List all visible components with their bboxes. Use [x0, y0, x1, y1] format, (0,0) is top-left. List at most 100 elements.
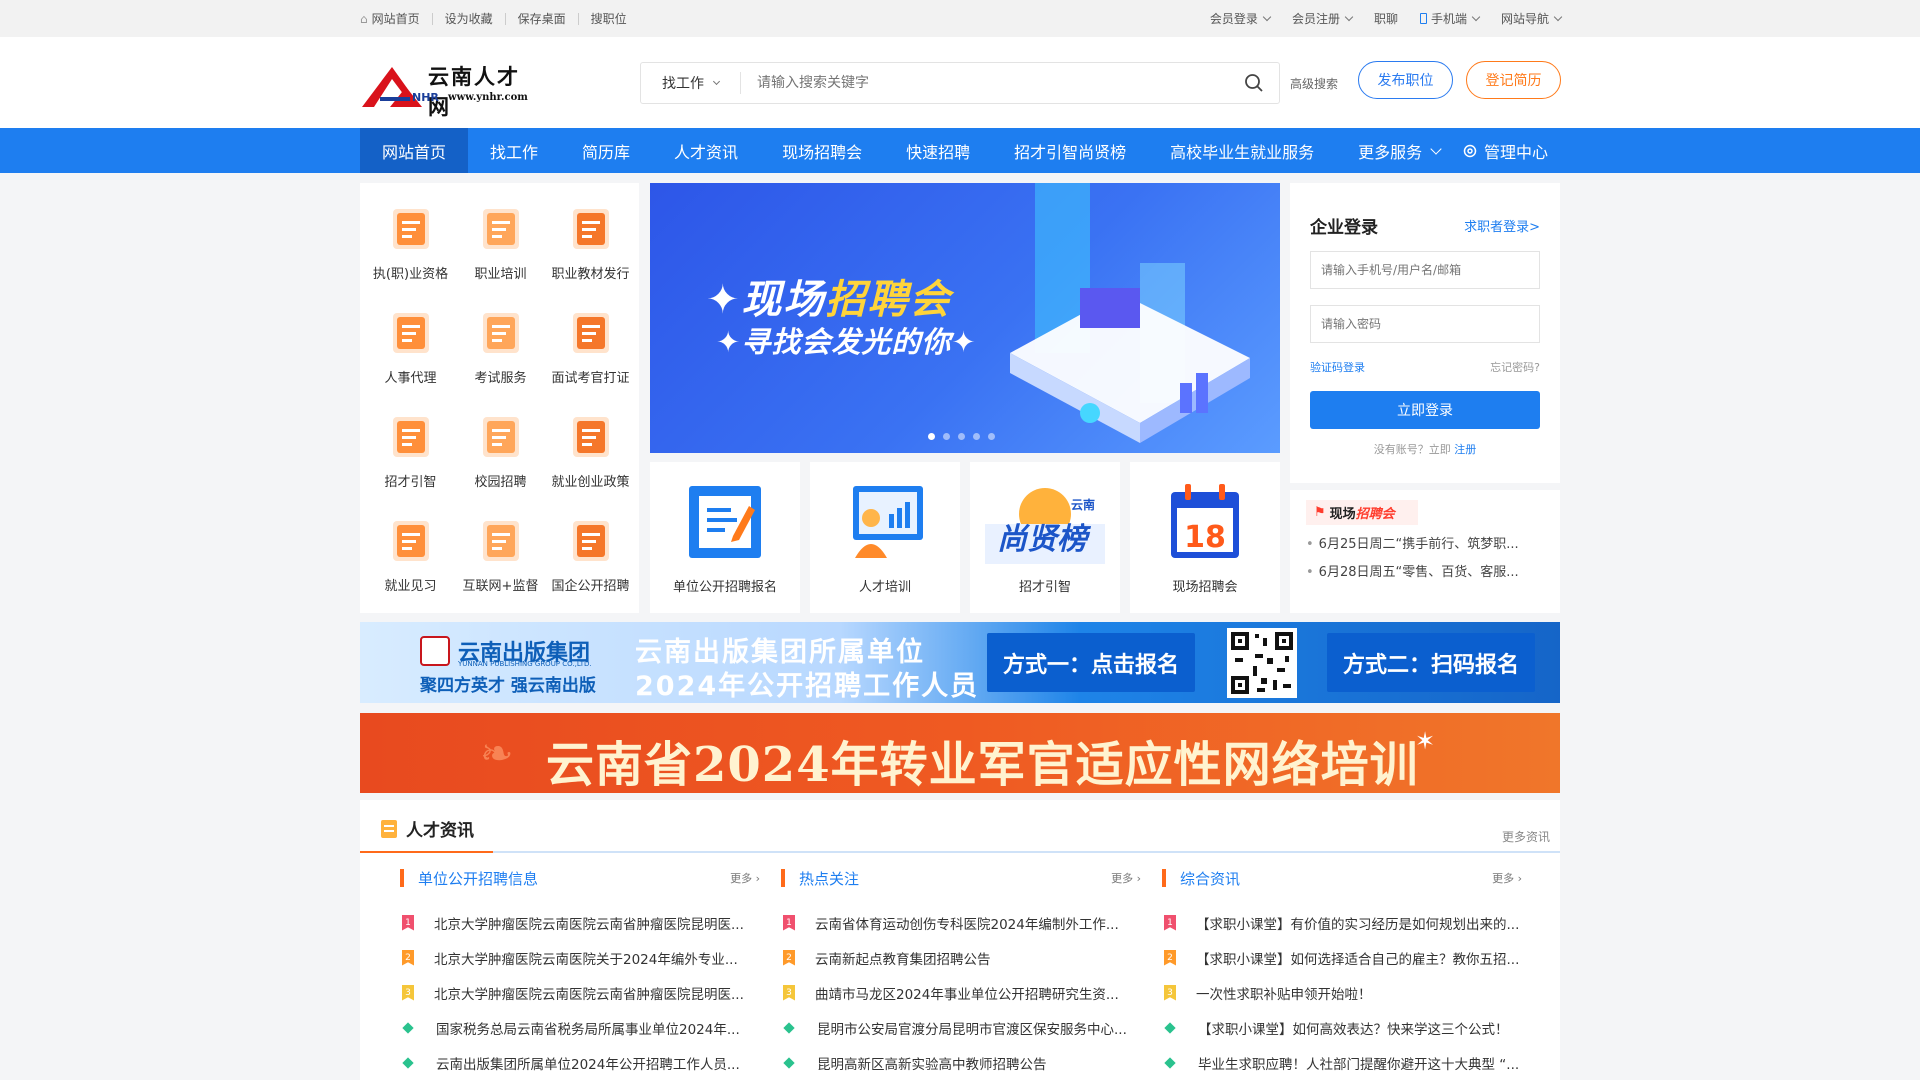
carousel-dot[interactable]: [958, 433, 965, 440]
nav-item-talent-news[interactable]: 人才资讯: [652, 128, 760, 173]
column-more-link[interactable]: 更多 ›: [1111, 870, 1141, 886]
veteran-training-ad[interactable]: ❧ 云南省2024年转业军官适应性网络培训 ✶: [360, 713, 1560, 793]
scan-signup-button[interactable]: 方式二：扫码报名: [1327, 633, 1535, 692]
tile-job-fair[interactable]: 18 现场招聘会: [1130, 462, 1280, 613]
service-item[interactable]: 就业创业政策: [544, 391, 637, 495]
login-button[interactable]: 立即登录: [1310, 391, 1540, 429]
tile-unit-signup[interactable]: 单位公开招聘报名: [650, 462, 800, 613]
jobseeker-login-link[interactable]: 求职者登录>: [1464, 216, 1540, 235]
nav-item-resume-db[interactable]: 简历库: [560, 128, 652, 173]
talent-news-section: 人才资讯 更多资讯 单位公开招聘信息 更多 › 1 北京大学肿瘤医院云南医院云南省肿瘤…: [360, 800, 1560, 1080]
code-login-link[interactable]: 验证码登录: [1310, 359, 1365, 375]
service-item[interactable]: 职业教材发行: [544, 183, 637, 287]
register-link[interactable]: 注册: [1454, 443, 1476, 456]
rank-badge: 1: [783, 914, 795, 931]
top-link-home[interactable]: 网站首页: [372, 10, 420, 27]
news-column-title[interactable]: 单位公开招聘信息: [418, 868, 538, 889]
nav-item-graduates[interactable]: 高校毕业生就业服务: [1148, 128, 1336, 173]
gear-icon: [1463, 144, 1477, 157]
forgot-password-link[interactable]: 忘记密码?: [1490, 359, 1540, 375]
nav-item-job-fair[interactable]: 现场招聘会: [760, 128, 884, 173]
news-item[interactable]: 3 一次性求职补贴申领开始啦！: [1162, 975, 1522, 1010]
service-item[interactable]: 国企公开招聘: [544, 495, 637, 599]
news-item[interactable]: 1 北京大学肿瘤医院云南医院云南省肿瘤医院昆明医...: [400, 905, 760, 940]
news-item[interactable]: 1 【求职小课堂】有价值的实习经历是如何规划出来的...: [1162, 905, 1522, 940]
book-icon: [572, 209, 609, 249]
news-item[interactable]: 国家税务总局云南省税务局所属事业单位2024年...: [400, 1010, 760, 1045]
news-item[interactable]: 2 【求职小课堂】如何选择适合自己的雇主？教你五招...: [1162, 940, 1522, 975]
nav-item-quick-hire[interactable]: 快速招聘: [884, 128, 992, 173]
news-item[interactable]: 3 曲靖市马龙区2024年事业单位公开招聘研究生资...: [781, 975, 1141, 1010]
news-column: 综合资讯 更多 › 1 【求职小课堂】有价值的实习经历是如何规划出来的... 2 【求职小…: [1162, 868, 1522, 1080]
publishing-group-ad[interactable]: 云南出版集团 YUNNAN PUBLISHING GROUP CO.,LTD. …: [360, 622, 1560, 703]
service-item[interactable]: 考试服务: [454, 287, 547, 391]
divider: [577, 12, 579, 25]
service-item[interactable]: 人事代理: [364, 287, 457, 391]
top-link-search-jobs[interactable]: 搜职位: [591, 10, 627, 27]
graduation-cap-icon: [482, 417, 519, 457]
member-register-label: 会员注册: [1291, 12, 1340, 26]
job-fair-item[interactable]: 6月28日周五“零售、百货、客服...: [1306, 561, 1519, 580]
search-icon: [1245, 74, 1263, 92]
tile-label: 单位公开招聘报名: [672, 580, 777, 595]
news-item[interactable]: 昆明高新区高新实验高中教师招聘公告: [781, 1045, 1141, 1080]
site-logo[interactable]: 云南人才网 NHR www.ynhr.com: [360, 61, 530, 119]
top-link-save-desktop[interactable]: 保存桌面: [518, 10, 566, 27]
nav-item-shangxian[interactable]: 招才引智尚贤榜: [992, 128, 1148, 173]
management-center-link[interactable]: 管理中心: [1462, 128, 1548, 173]
register-resume-button[interactable]: 登记简历: [1466, 61, 1561, 99]
services-panel: 执(职)业资格 职业培训 职业教材发行 人事代理 考试服务 面试考官打证 招才引智 校园招聘就…: [360, 183, 639, 613]
post-job-button[interactable]: 发布职位: [1358, 61, 1453, 99]
service-item[interactable]: 互联网+监督: [454, 495, 547, 599]
advanced-search-link[interactable]: 高级搜索: [1290, 75, 1338, 92]
column-more-link[interactable]: 更多 ›: [730, 870, 760, 886]
news-column-title[interactable]: 综合资讯: [1180, 868, 1240, 889]
news-item[interactable]: 3 北京大学肿瘤医院云南医院云南省肿瘤医院昆明医...: [400, 975, 760, 1010]
service-item[interactable]: 校园招聘: [454, 391, 547, 495]
news-item[interactable]: 2 北京大学肿瘤医院云南医院关于2024年编外专业...: [400, 940, 760, 975]
click-signup-button[interactable]: 方式一：点击报名: [987, 633, 1195, 692]
service-item[interactable]: 职业培训: [454, 183, 547, 287]
news-item-text: 【求职小课堂】如何高效表达？快来学这三个公式！: [1198, 1021, 1509, 1038]
news-item[interactable]: 2 云南新起点教育集团招聘公告: [781, 940, 1141, 975]
news-item[interactable]: 云南出版集团所属单位2024年公开招聘工作人员...: [400, 1045, 760, 1080]
nav-item-find-job[interactable]: 找工作: [468, 128, 560, 173]
news-item[interactable]: 1 云南省体育运动创伤专科医院2024年编制外工作...: [781, 905, 1141, 940]
search-category-select[interactable]: 找工作: [641, 72, 741, 94]
carousel-dot[interactable]: [988, 433, 995, 440]
service-item[interactable]: 就业见习: [364, 495, 457, 599]
tile-talent-training[interactable]: 人才培训: [810, 462, 960, 613]
tile-talent-intro[interactable]: 云南 尚贤榜 招才引智: [970, 462, 1120, 613]
nav-item-more[interactable]: 更多服务: [1336, 128, 1462, 173]
carousel-dot[interactable]: [943, 433, 950, 440]
column-more-link[interactable]: 更多 ›: [1492, 870, 1522, 886]
carousel-dot[interactable]: [928, 433, 935, 440]
column-accent-bar: [781, 869, 785, 887]
carousel-dot[interactable]: [973, 433, 980, 440]
more-news-link[interactable]: 更多资讯: [1502, 828, 1550, 845]
search-input[interactable]: [741, 63, 1229, 103]
nav-item-home[interactable]: 网站首页: [360, 128, 469, 173]
mobile-menu[interactable]: 手机端: [1409, 10, 1490, 27]
news-item[interactable]: 【求职小课堂】如何高效表达？快来学这三个公式！: [1162, 1010, 1522, 1045]
top-links-left: ⌂ 网站首页 设为收藏 保存桌面 搜职位: [360, 0, 627, 37]
job-fair-item[interactable]: 6月25日周二“携手前行、筑梦职...: [1306, 533, 1519, 552]
member-register-menu[interactable]: 会员注册: [1281, 10, 1363, 27]
member-login-menu[interactable]: 会员登录: [1199, 10, 1281, 27]
chat-link[interactable]: 职聊: [1363, 10, 1409, 27]
news-column-title[interactable]: 热点关注: [799, 868, 859, 889]
service-item[interactable]: 执(职)业资格: [364, 183, 457, 287]
service-item[interactable]: 招才引智: [364, 391, 457, 495]
news-item[interactable]: 毕业生求职应聘！人社部门提醒你避开这十大典型 “...: [1162, 1045, 1522, 1080]
register-hint: 没有账号？立即 注册: [1290, 441, 1560, 457]
top-link-favorite[interactable]: 设为收藏: [445, 10, 493, 27]
site-nav-menu[interactable]: 网站导航: [1490, 10, 1563, 27]
news-item[interactable]: 昆明市公安局官渡分局昆明市官渡区保安服务中心...: [781, 1010, 1141, 1045]
banner-title: ✦现场招聘会: [706, 277, 952, 323]
hero-banner[interactable]: ✦现场招聘会 ✦寻找会发光的你✦: [650, 183, 1280, 453]
service-item[interactable]: 面试考官打证: [544, 287, 637, 391]
news-title: 人才资讯: [380, 816, 474, 841]
password-field[interactable]: [1310, 305, 1540, 343]
username-field[interactable]: [1310, 251, 1540, 289]
search-button[interactable]: [1229, 63, 1279, 103]
